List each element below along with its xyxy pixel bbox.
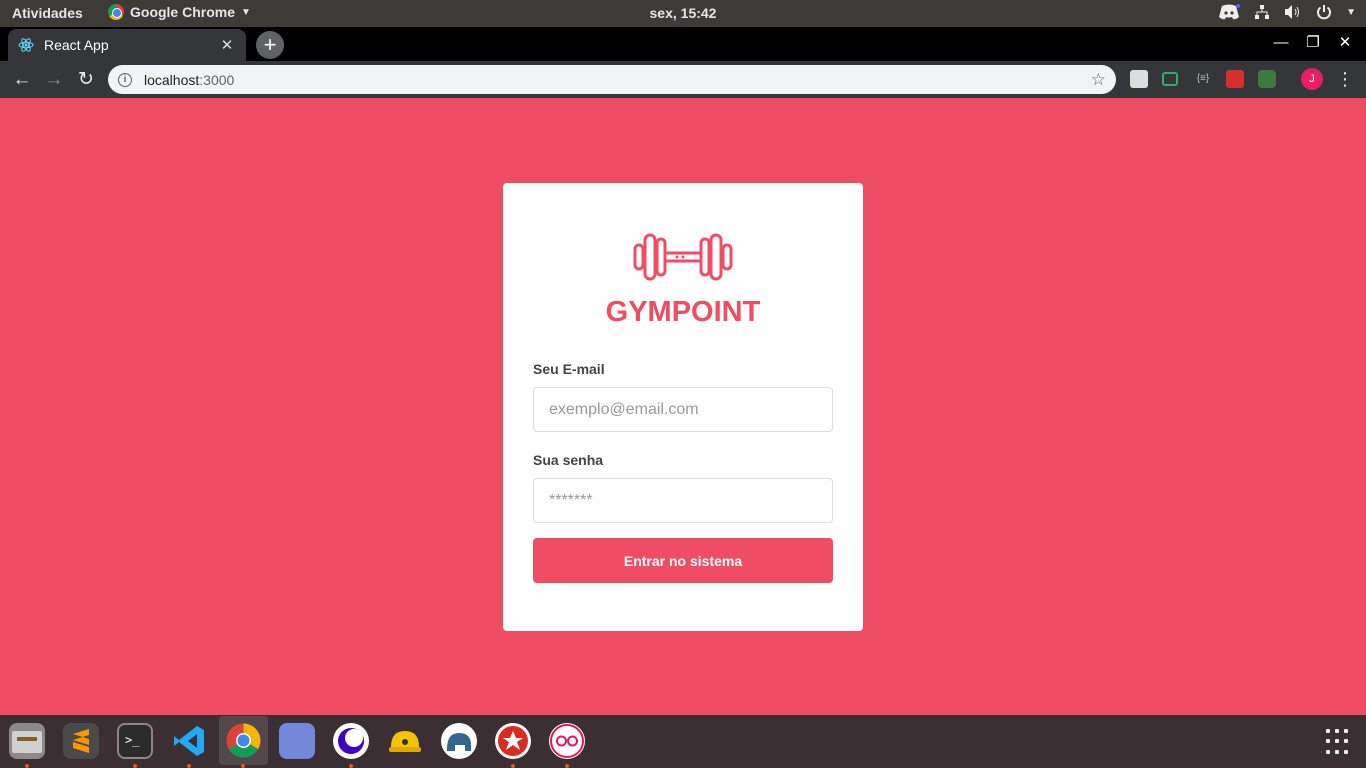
- extension-magnifier-icon[interactable]: [1130, 70, 1148, 88]
- react-icon: [18, 38, 34, 52]
- postbird-icon-graphic: [447, 733, 471, 751]
- url-host: localhost: [144, 71, 200, 88]
- login-button[interactable]: Entrar no sistema: [533, 538, 833, 583]
- running-indicator: [133, 764, 137, 768]
- volume-icon[interactable]: [1284, 4, 1302, 20]
- email-field[interactable]: [533, 387, 833, 432]
- network-icon[interactable]: [1254, 4, 1270, 20]
- login-page: GYMPOINT Seu E-mail Sua senha Entrar no …: [0, 98, 1366, 715]
- sublime-text-icon[interactable]: [63, 723, 99, 759]
- show-applications-icon[interactable]: [1326, 729, 1352, 755]
- extension-node-icon[interactable]: [1258, 70, 1276, 88]
- running-indicator: [241, 764, 245, 768]
- address-bar[interactable]: i localhost:3000 ☆: [108, 65, 1116, 94]
- discord-icon[interactable]: [279, 723, 315, 759]
- system-top-bar: Atividades Google Chrome ▼ sex, 15:42 ▼: [0, 0, 1366, 27]
- login-card: GYMPOINT Seu E-mail Sua senha Entrar no …: [503, 183, 863, 631]
- terminal-icon[interactable]: >_: [117, 723, 153, 759]
- close-icon[interactable]: ✕: [218, 36, 236, 54]
- chevron-down-icon[interactable]: ▼: [1346, 7, 1356, 18]
- vscode-icon-graphic: [174, 726, 204, 756]
- forward-button[interactable]: →: [40, 66, 68, 94]
- minimize-icon[interactable]: —: [1268, 29, 1294, 57]
- tab-strip: React App ✕ + — ❐ ✕: [0, 27, 1366, 61]
- profile-avatar[interactable]: J: [1301, 68, 1323, 90]
- power-icon[interactable]: [1316, 4, 1332, 20]
- beekeeper-icon-graphic: [550, 724, 584, 758]
- chrome-icon-graphic: [226, 723, 261, 758]
- new-tab-button[interactable]: +: [256, 31, 284, 59]
- chrome-icon: [108, 4, 124, 20]
- email-label: Seu E-mail: [533, 361, 605, 377]
- postbird-icon[interactable]: [441, 723, 477, 759]
- dock: >_: [0, 715, 1366, 768]
- more-menu-icon[interactable]: ⋮: [1336, 66, 1354, 92]
- redis-icon-graphic: [498, 726, 528, 756]
- robo3t-icon[interactable]: [387, 723, 423, 759]
- sublime-icon-graphic: [73, 729, 89, 753]
- chevron-down-icon: ▼: [241, 6, 251, 18]
- files-icon[interactable]: [9, 723, 45, 759]
- password-label: Sua senha: [533, 452, 604, 468]
- running-indicator: [565, 764, 569, 768]
- terminal-prompt-glyph: >_: [125, 733, 140, 747]
- url-port: :3000: [199, 71, 235, 88]
- beekeeper-icon[interactable]: [549, 723, 585, 759]
- tab-react-app[interactable]: React App ✕: [8, 29, 246, 61]
- discord-icon[interactable]: [1218, 3, 1241, 21]
- running-indicator: [187, 764, 191, 768]
- back-button[interactable]: ←: [8, 66, 36, 94]
- extension-screen-icon[interactable]: [1162, 72, 1178, 86]
- app-menu-label: Google Chrome: [130, 4, 236, 20]
- tab-title: React App: [44, 37, 109, 53]
- brand-title: GYMPOINT: [605, 296, 761, 328]
- dumbbell-logo-icon: [633, 233, 733, 281]
- vscode-icon[interactable]: [171, 723, 207, 759]
- system-tray[interactable]: ▼: [1218, 3, 1356, 21]
- bookmark-star-icon[interactable]: ☆: [1091, 70, 1106, 90]
- files-icon-graphic: [12, 731, 42, 753]
- browser-toolbar: ← → ↻ i localhost:3000 ☆ {≡}: [0, 61, 1366, 98]
- redis-icon[interactable]: [495, 723, 531, 759]
- extension-bug-icon[interactable]: [1226, 70, 1244, 88]
- insomnia-icon-graphic: [338, 728, 364, 754]
- close-window-icon[interactable]: ✕: [1332, 29, 1358, 57]
- extension-json-icon[interactable]: {≡}: [1194, 70, 1212, 88]
- maximize-icon[interactable]: ❐: [1300, 29, 1326, 57]
- running-indicator: [25, 764, 29, 768]
- reload-button[interactable]: ↻: [72, 66, 100, 94]
- app-menu[interactable]: Google Chrome ▼: [108, 4, 251, 20]
- running-indicator: [349, 764, 353, 768]
- info-icon[interactable]: i: [118, 72, 132, 87]
- password-field[interactable]: [533, 478, 833, 523]
- robo3t-icon-graphic: [389, 731, 421, 752]
- activities-button[interactable]: Atividades: [12, 5, 83, 21]
- running-indicator: [511, 764, 515, 768]
- window-controls: — ❐ ✕: [1268, 29, 1358, 57]
- insomnia-icon[interactable]: [333, 723, 369, 759]
- chrome-icon[interactable]: [219, 716, 268, 765]
